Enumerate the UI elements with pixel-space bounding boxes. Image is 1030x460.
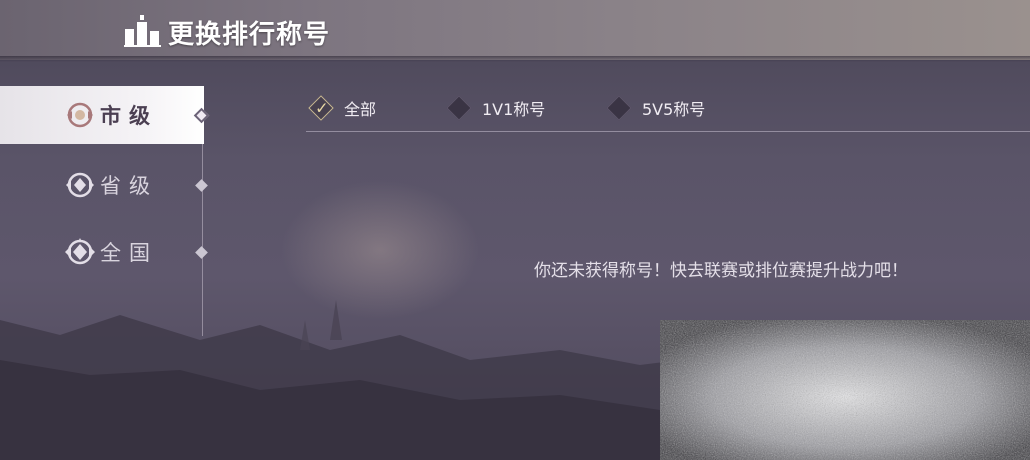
- nation-emblem-icon: [65, 238, 95, 265]
- ranking-bars-icon: [124, 15, 161, 47]
- sidebar-item-nation[interactable]: 全国: [0, 223, 208, 281]
- filter-tabs: ✓ 全部 1V1称号 5V5称号: [306, 90, 1030, 132]
- sidebar-item-label: 市级: [100, 104, 158, 128]
- sidebar-item-label: 省级: [100, 174, 158, 198]
- header-shadow: [0, 56, 1030, 62]
- tab-label: 全部: [344, 100, 377, 119]
- sidebar-item-label: 全国: [100, 241, 158, 265]
- sidebar-item-province[interactable]: 省级: [0, 156, 208, 214]
- tabs-divider: [306, 131, 1030, 132]
- sidebar-active-marker: [193, 107, 210, 123]
- sidebar-marker: [195, 245, 208, 259]
- tab-1v1[interactable]: 1V1称号: [446, 90, 546, 126]
- checkbox-checked-icon: ✓: [308, 95, 334, 121]
- checkbox-unchecked-icon: [446, 95, 472, 121]
- checkbox-unchecked-icon: [606, 95, 632, 121]
- tab-label: 1V1称号: [482, 100, 546, 119]
- obscured-region: [660, 320, 1030, 460]
- province-emblem-icon: [66, 172, 94, 198]
- page-title: 更换排行称号: [168, 20, 331, 50]
- tab-5v5[interactable]: 5V5称号: [606, 90, 706, 126]
- sidebar-marker: [195, 178, 208, 192]
- empty-state-message: 你还未获得称号！快去联赛或排位赛提升战力吧！: [534, 261, 908, 281]
- city-emblem-icon: [67, 102, 93, 128]
- tab-all[interactable]: ✓ 全部: [308, 90, 377, 126]
- sidebar-item-city[interactable]: 市级: [0, 86, 210, 144]
- tab-label: 5V5称号: [642, 100, 706, 119]
